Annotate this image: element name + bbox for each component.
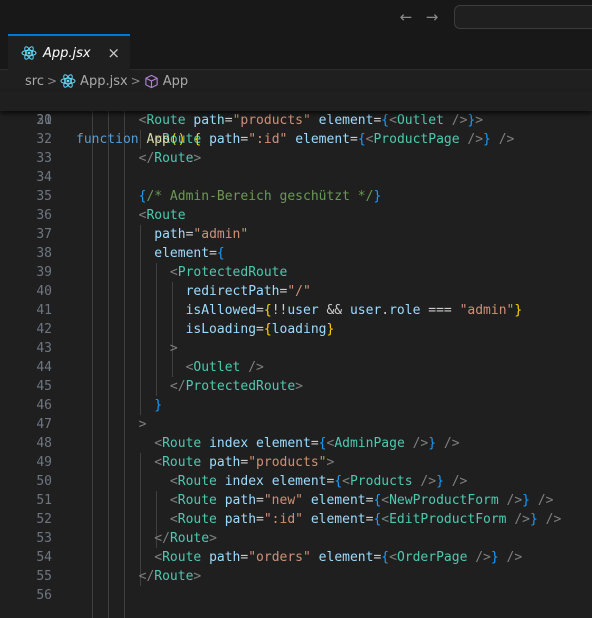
code-line: function App() { (76, 132, 202, 147)
code-line: </Route> (138, 151, 202, 166)
react-icon (60, 74, 76, 88)
line-number: 35 (36, 189, 52, 204)
breadcrumb-symbol[interactable]: App (144, 74, 188, 89)
line-number: 55 (36, 569, 52, 584)
close-icon[interactable]: × (107, 44, 120, 62)
code-line: </Route> (138, 569, 202, 584)
code-line: {/* Admin-Bereich geschützt */} (138, 189, 382, 204)
code-line: <Route path="products"> (154, 455, 335, 470)
code-line: element={ (154, 246, 225, 261)
tab-bar: App.jsx × (0, 34, 592, 70)
code-line: </Route> (154, 531, 217, 546)
line-number: 51 (36, 493, 52, 508)
breadcrumb: src > App.jsx > App (0, 70, 592, 92)
code-line: <Route index element={<Products />} /> (169, 474, 468, 489)
code-line: > (169, 341, 178, 356)
tab-app-jsx[interactable]: App.jsx × (8, 34, 130, 70)
line-number: 49 (36, 455, 52, 470)
tab-label: App.jsx (43, 45, 91, 61)
cube-icon (145, 74, 158, 88)
breadcrumb-file[interactable]: App.jsx (60, 73, 128, 89)
line-number: 20 (36, 113, 52, 128)
arrow-left-icon[interactable]: ← (398, 9, 414, 25)
line-number: 50 (36, 474, 52, 489)
line-number: 41 (36, 303, 52, 318)
line-number: 43 (36, 341, 52, 356)
line-number: 53 (36, 531, 52, 546)
breadcrumb-folder[interactable]: src (25, 74, 44, 89)
line-number: 47 (36, 417, 52, 432)
code-line: } (154, 398, 163, 413)
line-number: 56 (36, 588, 52, 603)
breadcrumb-symbol-label: App (162, 73, 189, 89)
line-number: 48 (36, 436, 52, 451)
line-number: 42 (36, 322, 52, 337)
code-line: </ProtectedRoute> (169, 379, 303, 394)
line-number: 46 (36, 398, 52, 413)
code-line: <ProtectedRoute (169, 265, 288, 280)
title-bar: ← → (0, 0, 592, 34)
line-number: 40 (36, 284, 52, 299)
react-icon (21, 46, 37, 60)
chevron-right-icon: > (130, 74, 141, 88)
code-editor[interactable]: 20 function App() { 31 <Route path="prod… (0, 92, 592, 618)
code-line: <Route path=":id" element={<EditProductF… (169, 512, 562, 527)
sticky-scroll-line[interactable]: 20 function App() { (0, 92, 592, 147)
code-line: <Outlet /> (185, 360, 264, 375)
code-line: path="admin" (154, 227, 249, 242)
code-line: isAllowed={!!user && user.role === "admi… (185, 303, 523, 318)
line-number: 37 (36, 227, 52, 242)
code-line: > (138, 417, 147, 432)
line-number: 38 (36, 246, 52, 261)
code-line: <Route path="orders" element={<OrderPage… (154, 550, 523, 565)
chevron-right-icon: > (46, 74, 58, 88)
line-number: 45 (36, 379, 52, 394)
code-line: <Route path="new" element={<NewProductFo… (169, 493, 554, 508)
line-number: 44 (36, 360, 52, 375)
line-number: 39 (36, 265, 52, 280)
command-center-input[interactable] (454, 5, 592, 29)
code-line: isLoading={loading} (185, 322, 335, 337)
line-number: 34 (36, 170, 52, 185)
code-line: <Route (138, 208, 186, 223)
code-line: <Route index element={<AdminPage />} /> (154, 436, 460, 451)
line-number: 52 (36, 512, 52, 527)
line-number: 54 (36, 550, 52, 565)
code-line: <Route path="products" element={<Outlet … (138, 113, 484, 128)
breadcrumb-file-label: App.jsx (80, 73, 128, 89)
code-line: redirectPath="/" (185, 284, 311, 299)
arrow-right-icon[interactable]: → (424, 9, 440, 25)
line-number: 36 (36, 208, 52, 223)
